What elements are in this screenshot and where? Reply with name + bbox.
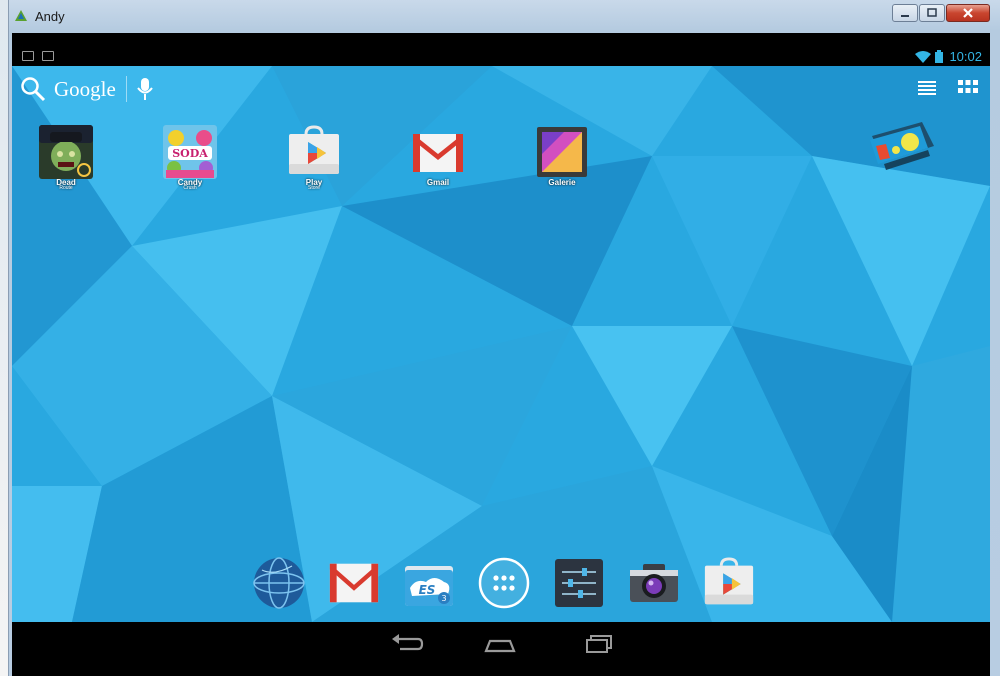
dock-browser[interactable]	[252, 556, 306, 610]
google-label: Google	[54, 76, 116, 101]
briefcase-icon	[42, 51, 54, 61]
recents-icon[interactable]	[582, 632, 618, 658]
status-right: 10:02	[915, 49, 982, 64]
app-dead-route[interactable]: Dead Route	[34, 124, 98, 191]
app-play-store[interactable]: Play Store	[282, 124, 346, 191]
android-screen: 10:02 Google Dead Route SODA Candy Crush…	[12, 33, 990, 676]
andy-remote-widget[interactable]	[866, 112, 938, 184]
dock-camera[interactable]	[627, 556, 681, 610]
app-sublabel: Store	[308, 185, 320, 191]
gallery-icon	[534, 124, 590, 180]
dock-settings[interactable]	[552, 556, 606, 610]
app-galerie[interactable]: Galerie	[530, 124, 594, 187]
all-apps-icon	[478, 557, 530, 609]
app-gmail[interactable]: Gmail	[406, 124, 470, 187]
dock-all-apps[interactable]	[477, 556, 531, 610]
es-logo-text: ES	[419, 583, 436, 597]
home-icon[interactable]	[482, 632, 518, 658]
es-file-explorer-icon: ES 3	[405, 566, 453, 606]
settings-icon	[555, 559, 603, 607]
wifi-icon	[915, 50, 932, 63]
back-icon[interactable]	[388, 632, 424, 658]
apps-grid-icon[interactable]	[958, 80, 978, 94]
window-title: Andy	[35, 9, 65, 24]
play-store-icon	[704, 557, 754, 605]
andy-app-icon	[15, 10, 27, 21]
screenshot-icon	[22, 51, 34, 61]
dock-play-store[interactable]	[702, 556, 756, 610]
app-candy-crush-soda[interactable]: SODA Candy Crush	[158, 124, 222, 191]
google-search-bar[interactable]: Google	[20, 74, 153, 104]
es-badge: 3	[441, 594, 446, 603]
status-time: 10:02	[949, 49, 982, 64]
dock: ES 3	[248, 556, 758, 612]
navigation-bar	[12, 622, 990, 676]
mic-icon[interactable]	[137, 77, 153, 101]
dock-gmail[interactable]	[327, 556, 381, 610]
battery-icon	[935, 50, 944, 63]
title-bar[interactable]: Andy	[9, 0, 1000, 32]
candy-game-icon: SODA	[162, 124, 218, 180]
play-store-icon	[286, 124, 342, 180]
maximize-icon	[927, 8, 937, 17]
browser-globe-icon	[253, 557, 305, 609]
gmail-icon	[410, 124, 466, 180]
candy-logo-text: SODA	[172, 147, 208, 160]
minimize-icon	[901, 15, 909, 17]
close-button[interactable]	[946, 4, 990, 22]
camera-icon	[630, 564, 678, 602]
home-screen[interactable]: Google Dead Route SODA Candy Crush Play …	[12, 66, 990, 622]
app-sublabel: Route	[59, 185, 73, 191]
app-sublabel: Crush	[183, 185, 197, 191]
minimize-button[interactable]	[892, 4, 918, 22]
gmail-icon	[329, 563, 379, 603]
search-divider	[125, 76, 127, 102]
window-controls	[891, 4, 990, 24]
list-icon[interactable]	[918, 80, 936, 96]
status-bar: 10:02	[12, 33, 990, 66]
close-icon	[963, 8, 973, 18]
dock-es-file-explorer[interactable]: ES 3	[402, 556, 456, 610]
zombie-game-icon	[38, 124, 94, 180]
top-right-icons	[918, 80, 978, 96]
maximize-button[interactable]	[919, 4, 945, 22]
search-icon	[21, 77, 46, 102]
andy-remote-icon	[870, 122, 934, 170]
